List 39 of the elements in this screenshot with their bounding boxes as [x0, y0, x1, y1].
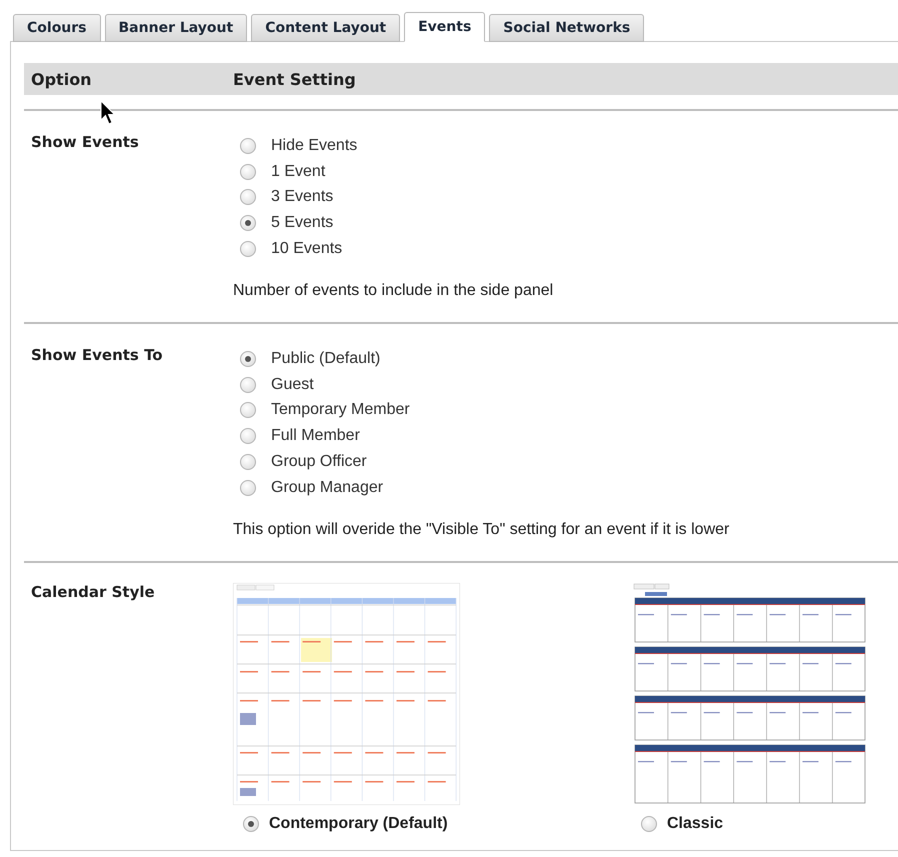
- help-text: This option will overide the "Visible To" setting for an event if it is lower: [233, 520, 730, 539]
- radio-button[interactable]: [240, 376, 256, 393]
- radio-button[interactable]: [641, 816, 657, 832]
- radio-button[interactable]: [240, 480, 256, 496]
- column-header: Event Setting: [233, 70, 357, 88]
- radio-option[interactable]: Public (Default): [233, 346, 898, 372]
- radio-option[interactable]: 3 Events: [233, 184, 898, 210]
- radio-option[interactable]: Group Officer: [233, 449, 898, 475]
- option-label: Show Events: [31, 133, 140, 153]
- radio-option[interactable]: Classic: [631, 814, 724, 833]
- tab[interactable]: Events: [404, 12, 486, 42]
- radio-button[interactable]: [240, 402, 256, 418]
- tab[interactable]: Banner Layout: [104, 14, 248, 42]
- radio-button[interactable]: [240, 241, 256, 258]
- radio-button[interactable]: [240, 454, 256, 470]
- radio-option[interactable]: 10 Events: [233, 236, 898, 262]
- option-label: Calendar Style: [31, 582, 156, 603]
- radio-button[interactable]: [240, 189, 256, 206]
- radio-option[interactable]: Guest: [233, 372, 898, 398]
- radio-button[interactable]: [240, 428, 256, 444]
- radio-option[interactable]: Temporary Member: [233, 398, 898, 424]
- radio-option[interactable]: Full Member: [233, 423, 898, 450]
- mouse-cursor-icon: [100, 100, 116, 126]
- radio-option[interactable]: 5 Events: [233, 210, 898, 236]
- option-label: Show Events To: [31, 346, 164, 366]
- tab[interactable]: Social Networks: [489, 14, 644, 42]
- radio-option[interactable]: Contemporary (Default): [233, 814, 448, 833]
- tab[interactable]: Colours: [13, 14, 101, 42]
- radio-button[interactable]: [240, 350, 256, 367]
- radio-option[interactable]: Group Manager: [233, 474, 898, 501]
- radio-option[interactable]: 1 Event: [233, 158, 898, 185]
- radio-option[interactable]: Hide Events: [233, 133, 898, 159]
- tab[interactable]: Content Layout: [251, 14, 400, 42]
- radio-button[interactable]: [240, 138, 256, 154]
- column-header: Option: [31, 70, 93, 88]
- radio-button[interactable]: [240, 215, 256, 232]
- radio-button[interactable]: [243, 816, 259, 832]
- help-text: Number of events to include in the side panel: [233, 282, 554, 300]
- radio-button[interactable]: [240, 164, 256, 180]
